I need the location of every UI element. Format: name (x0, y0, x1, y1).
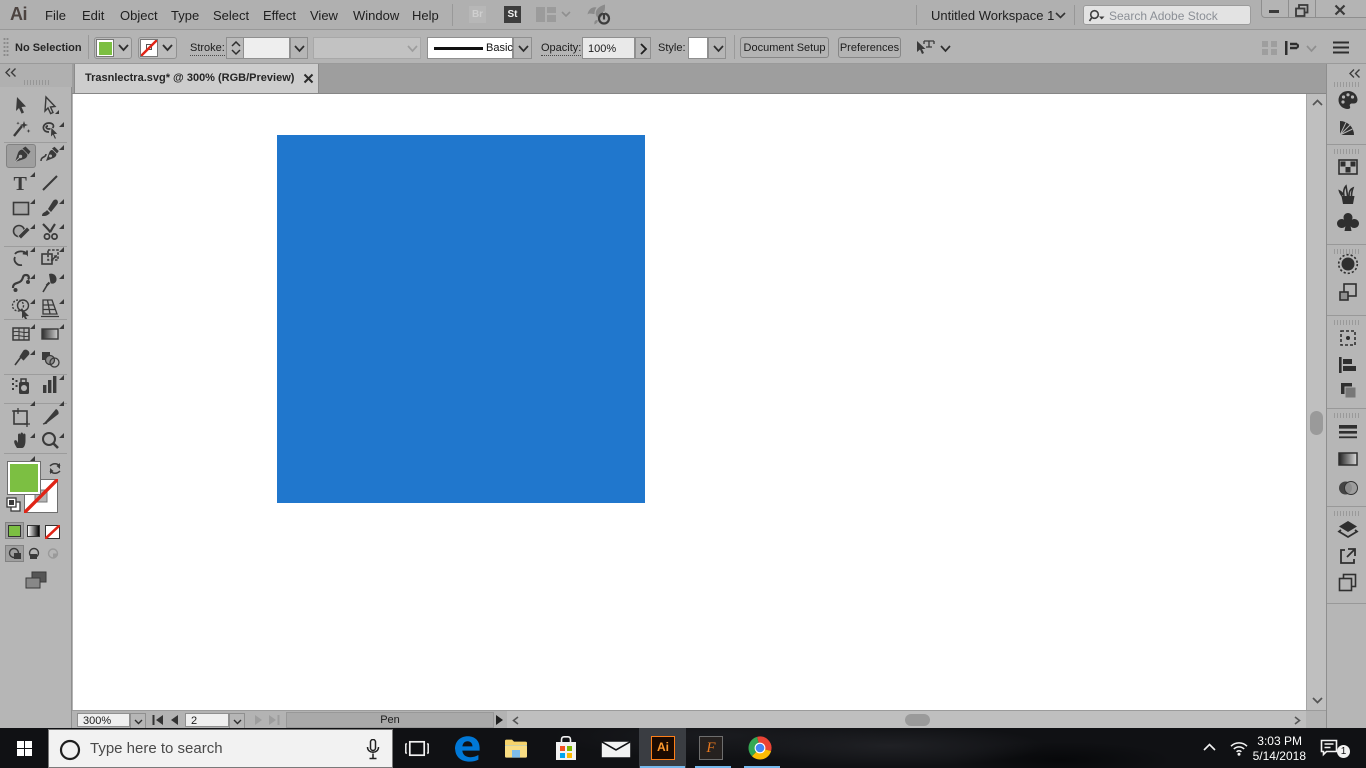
svg-text:T: T (14, 173, 28, 194)
